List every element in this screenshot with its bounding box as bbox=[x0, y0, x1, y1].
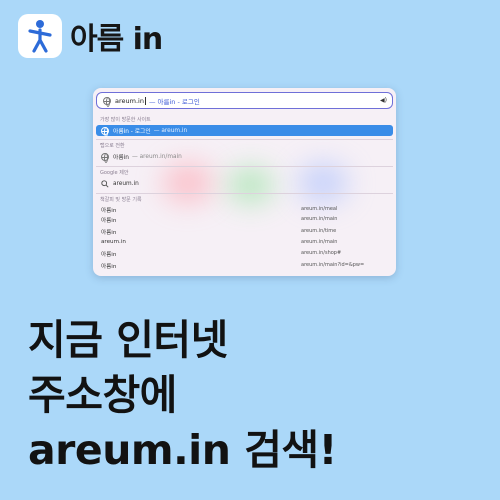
search-icon bbox=[101, 179, 109, 188]
browser-address-dropdown: areum.in — 아름in - 로그인 ◀) 가장 많이 방문한 사이트 아… bbox=[93, 88, 396, 276]
history-url: areum.in/main bbox=[301, 216, 338, 222]
history-url: areum.in/main bbox=[301, 239, 338, 245]
brand-logo: 아름 in bbox=[18, 14, 163, 58]
history-label: 책갈피 및 방문 기록 bbox=[100, 197, 142, 203]
google-suggestion-label: Google 제안 bbox=[100, 170, 129, 176]
history-title: 아름in bbox=[101, 264, 117, 270]
text-cursor bbox=[144, 96, 146, 105]
headline-line-1: 지금 인터넷 bbox=[28, 316, 228, 364]
history-title: 아름in bbox=[101, 208, 117, 214]
history-url: areum.in/meal bbox=[301, 206, 338, 212]
globe-icon bbox=[101, 152, 109, 163]
headline-line-2: 주소창에 bbox=[28, 371, 177, 419]
brand-name: 아름 in bbox=[70, 22, 163, 57]
address-autocomplete: — 아름in - 로그인 bbox=[148, 97, 200, 106]
history-title: 아름in bbox=[101, 252, 117, 258]
history-title: areum.in bbox=[101, 239, 126, 245]
divider bbox=[96, 193, 393, 194]
speaker-icon[interactable]: ◀) bbox=[380, 97, 387, 104]
address-typed-text: areum.in bbox=[115, 96, 144, 105]
headline: 지금 인터넷 주소창에 areum.in 검색! bbox=[28, 313, 337, 478]
headline-line-3: areum.in 검색! bbox=[28, 426, 337, 474]
switch-tab-url: — areum.in/main bbox=[131, 153, 182, 160]
history-url: areum.in/time bbox=[301, 228, 337, 234]
divider bbox=[96, 139, 393, 140]
divider bbox=[96, 166, 393, 167]
top-site-row[interactable]: 아름in - 로그인 — areum.in bbox=[96, 125, 393, 137]
history-title: 아름in bbox=[101, 218, 117, 224]
person-icon bbox=[18, 14, 62, 58]
globe-icon bbox=[103, 96, 111, 107]
history-title: 아름in bbox=[101, 230, 117, 236]
history-row[interactable]: areum.in areum.in/main bbox=[96, 238, 393, 247]
switch-tab-title: 아름in bbox=[113, 155, 129, 161]
switch-tab-label: 탭으로 전환 bbox=[100, 143, 125, 149]
history-row[interactable]: 아름in areum.in/meal bbox=[96, 205, 393, 214]
history-url: areum.in/main?id=&pw= bbox=[301, 262, 365, 268]
address-bar[interactable]: areum.in — 아름in - 로그인 ◀) bbox=[96, 92, 393, 109]
history-row[interactable]: 아름in areum.in/main?id=&pw= bbox=[96, 261, 393, 270]
google-suggestion-row[interactable]: areum.in bbox=[96, 178, 393, 189]
globe-icon bbox=[101, 126, 109, 137]
top-site-title: 아름in - 로그인 bbox=[113, 129, 151, 135]
switch-tab-row[interactable]: 아름in — areum.in/main bbox=[96, 151, 393, 163]
history-url: areum.in/shop# bbox=[301, 250, 342, 256]
history-row[interactable]: 아름in areum.in/main bbox=[96, 215, 393, 224]
history-row[interactable]: 아름in areum.in/time bbox=[96, 227, 393, 236]
top-site-url: — areum.in bbox=[153, 127, 188, 134]
history-row[interactable]: 아름in areum.in/shop# bbox=[96, 249, 393, 258]
top-sites-label: 가장 많이 방문한 사이트 bbox=[100, 117, 151, 123]
google-suggestion-text: areum.in bbox=[113, 180, 139, 187]
